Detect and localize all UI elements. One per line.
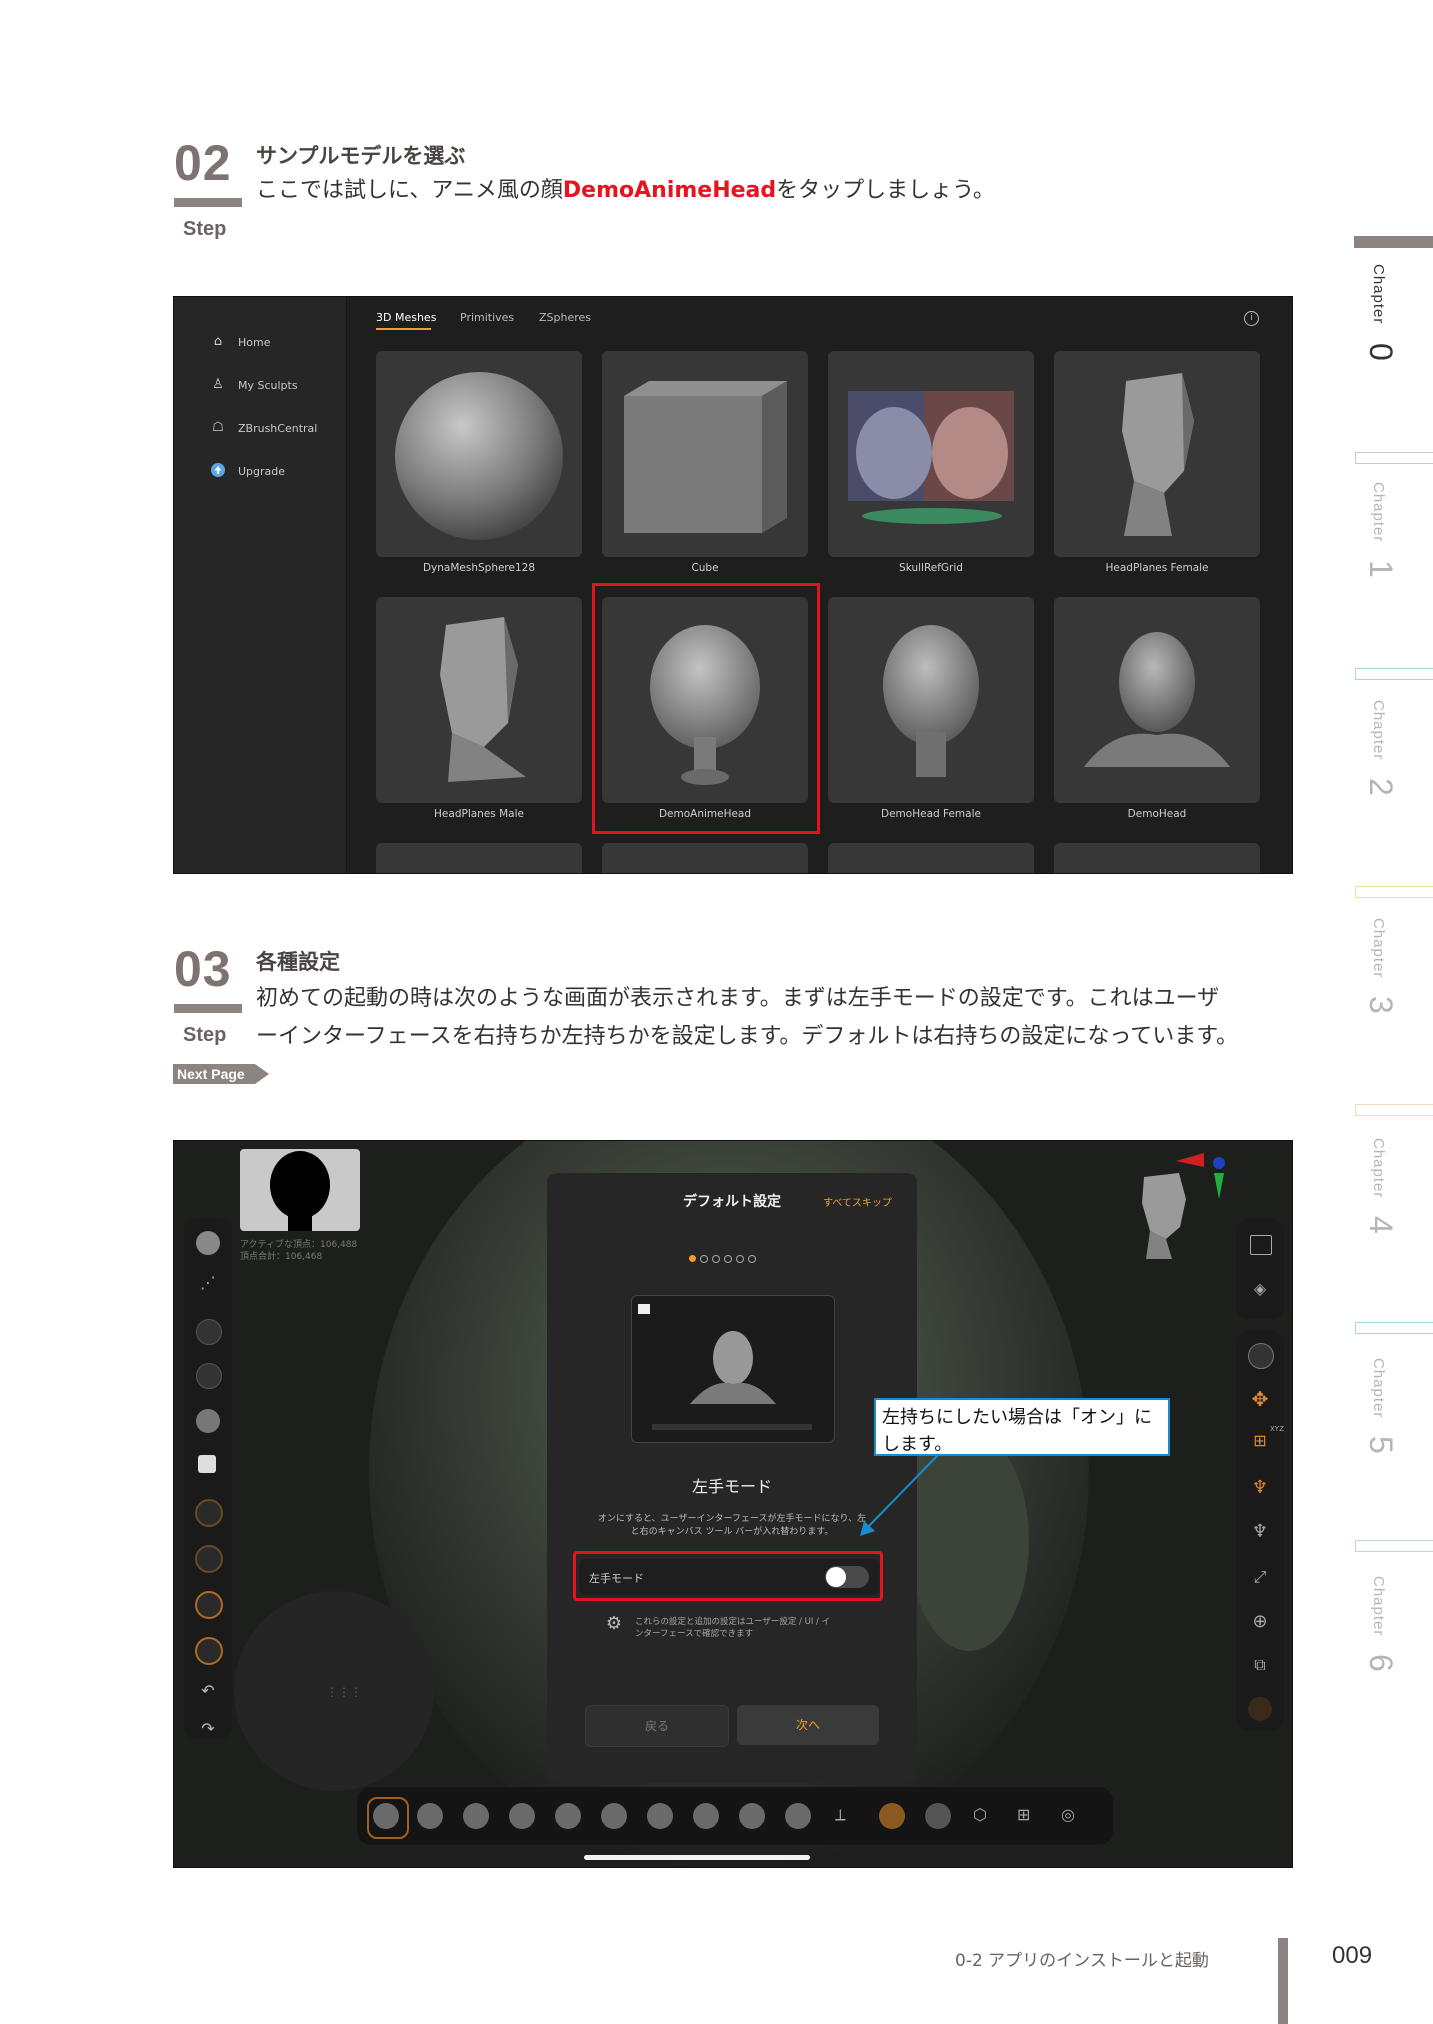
mesh-tile-headplanes-female[interactable] xyxy=(1054,351,1260,557)
mesh-tile-partial[interactable] xyxy=(602,843,808,873)
sphere-thumbnail xyxy=(395,372,563,540)
chapter-0-label: Chapter xyxy=(1370,264,1387,325)
chapter-5-label: Chapter xyxy=(1370,1358,1387,1419)
mesh-label: HeadPlanes Male xyxy=(434,808,524,820)
tab-3d-meshes[interactable]: 3D Meshes xyxy=(376,311,436,324)
chapter-4-number: 4 xyxy=(1363,1216,1399,1234)
mesh-label: HeadPlanes Female xyxy=(1105,562,1209,574)
callout-line1: 左持ちにしたい場合は「オン」に xyxy=(882,1407,1152,1428)
sculpt-icon: ♙ xyxy=(212,377,224,392)
tab-primitives[interactable]: Primitives xyxy=(460,311,514,324)
step-label: Step xyxy=(183,218,227,240)
step-body: ここでは試しに、アニメ風の顔DemoAnimeHeadをタップしましょう。 xyxy=(256,178,995,203)
settings-screenshot: アクティブな頂点：106,488 頂点合計：106,468 ⋰ ↶ ↷ ⋮⋮⋮ … xyxy=(173,1140,1293,1868)
selection-highlight xyxy=(592,583,820,834)
footer-divider xyxy=(1278,1938,1288,2024)
sidebar-item-zbrushcentral[interactable]: ☖ ZBrushCentral xyxy=(210,418,317,438)
zbrush-central-icon: ☖ xyxy=(212,420,224,435)
mesh-tile-skullrefgrid[interactable] xyxy=(828,351,1034,557)
callout-arrow xyxy=(860,1452,941,1536)
chapter-5-tab[interactable] xyxy=(1355,1322,1433,1334)
step-number: 02 xyxy=(174,135,232,191)
cube-thumbnail xyxy=(624,381,787,533)
mesh-label: DynaMeshSphere128 xyxy=(422,562,536,574)
page-number: 009 xyxy=(1332,1942,1373,1969)
chapter-0-tab[interactable] xyxy=(1354,236,1433,248)
skull-thumbnail xyxy=(848,391,1014,524)
chapter-2-tab[interactable] xyxy=(1355,668,1433,680)
mesh-tile-partial[interactable] xyxy=(376,843,582,873)
sidebar-item-my-sculpts[interactable]: ♙ My Sculpts xyxy=(210,375,297,395)
sidebar: ⌂ Home ♙ My Sculpts ☖ ZBrushCentral Upgrade xyxy=(174,297,347,873)
step-divider xyxy=(174,198,242,207)
mesh-tile-headplanes-male[interactable] xyxy=(376,597,582,803)
chapter-6-tab[interactable] xyxy=(1355,1540,1433,1552)
step-label: Step xyxy=(183,1024,227,1046)
mesh-tile-demohead[interactable] xyxy=(1054,597,1260,803)
upgrade-icon xyxy=(210,463,226,479)
chapter-2-number: 2 xyxy=(1363,778,1399,796)
tab-zspheres[interactable]: ZSpheres xyxy=(539,311,591,324)
step-title: 各種設定 xyxy=(256,950,340,974)
mesh-tile-partial[interactable] xyxy=(828,843,1034,873)
chapter-6-number: 6 xyxy=(1363,1654,1399,1672)
female-head-thumbnail xyxy=(883,625,979,777)
next-page-tag: Next Page xyxy=(173,1064,269,1084)
chapter-0-number: 0 xyxy=(1363,343,1399,361)
chapter-6-label: Chapter xyxy=(1370,1576,1387,1637)
mesh-tile-partial[interactable] xyxy=(1054,843,1260,873)
chapter-3-label: Chapter xyxy=(1370,918,1387,979)
chapter-2-label: Chapter xyxy=(1370,700,1387,761)
mesh-tile-dynameshsphere[interactable] xyxy=(376,351,582,557)
chapter-1-label: Chapter xyxy=(1370,482,1387,543)
highlight-term: DemoAnimeHead xyxy=(562,178,777,203)
chapter-1-tab[interactable] xyxy=(1355,452,1433,464)
callout-line2: します。 xyxy=(882,1434,953,1455)
mesh-picker-screenshot: ⌂ Home ♙ My Sculpts ☖ ZBrushCentral Upgrade… xyxy=(173,296,1293,874)
callout-box: 左持ちにしたい場合は「オン」に します。 xyxy=(874,1398,1170,1456)
footer-section-title: 0-2 アプリのインストールと起動 xyxy=(955,1951,1209,1971)
chapter-5-number: 5 xyxy=(1363,1436,1399,1454)
head-planes-male-thumbnail xyxy=(440,617,526,782)
home-icon: ⌂ xyxy=(213,334,223,349)
sidebar-item-home[interactable]: ⌂ Home xyxy=(210,332,271,352)
mesh-label: SkullRefGrid xyxy=(899,562,963,574)
chapter-3-tab[interactable] xyxy=(1355,886,1433,898)
active-tab-indicator xyxy=(376,328,431,330)
mesh-label: DemoHead Female xyxy=(881,808,981,820)
mesh-tile-demohead-female[interactable] xyxy=(828,597,1034,803)
mesh-label: Cube xyxy=(691,562,719,574)
step-number: 03 xyxy=(174,941,232,997)
chapter-4-label: Chapter xyxy=(1370,1138,1387,1199)
sidebar-item-upgrade[interactable]: Upgrade xyxy=(210,461,285,481)
chapter-1-number: 1 xyxy=(1363,560,1399,578)
mesh-label: DemoHead xyxy=(1127,808,1187,820)
step-divider xyxy=(174,1004,242,1013)
chapter-4-tab[interactable] xyxy=(1355,1104,1433,1116)
mesh-tile-cube[interactable] xyxy=(602,351,808,557)
step-body-line2: ーインターフェースを右持ちか左持ちかを設定します。デフォルトは右持ちの設定になっ… xyxy=(256,1024,1239,1049)
head-planes-thumbnail xyxy=(1122,373,1194,536)
step-title: サンプルモデルを選ぶ xyxy=(256,144,466,168)
step-body-line1: 初めての起動の時は次のような画面が表示されます。まずは左手モードの設定です。これ… xyxy=(256,986,1220,1011)
info-icon[interactable]: i xyxy=(1244,311,1259,326)
chapter-3-number: 3 xyxy=(1363,996,1399,1014)
male-head-thumbnail xyxy=(1084,632,1230,767)
